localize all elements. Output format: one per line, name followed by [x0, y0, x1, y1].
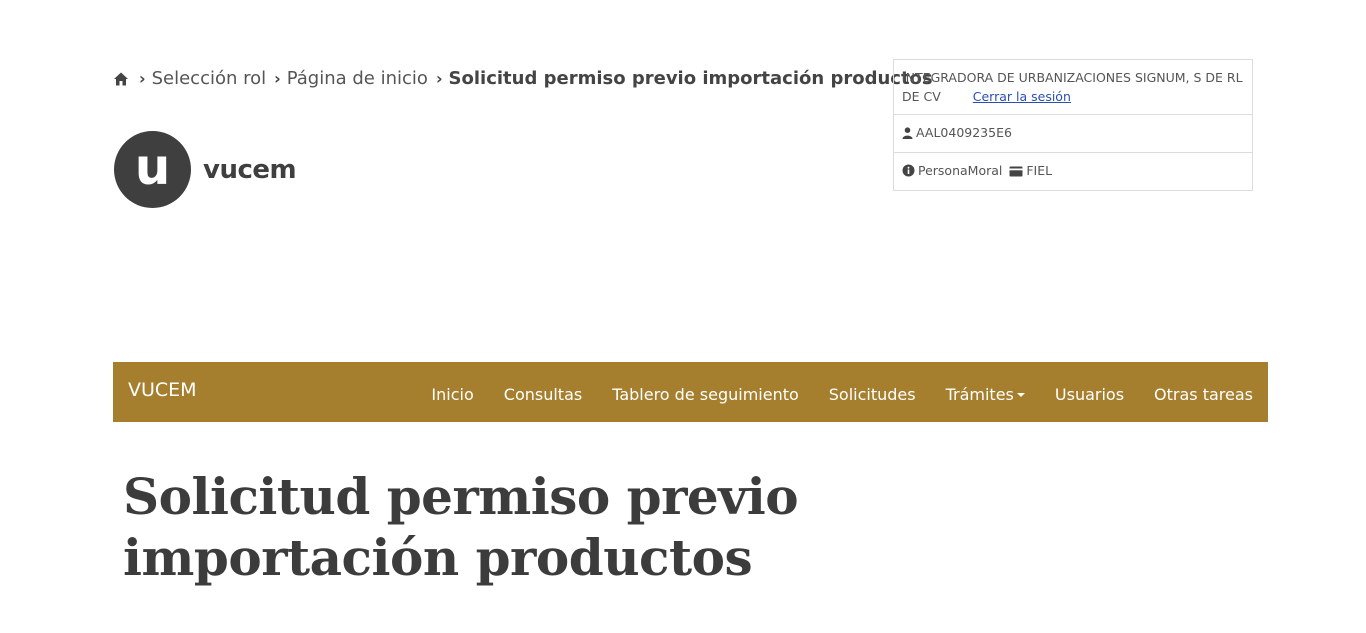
- user-id: AAL0409235E6: [916, 125, 1012, 140]
- nav-item-solicitudes[interactable]: Solicitudes: [829, 385, 916, 404]
- nav-item-tramites[interactable]: Trámites: [946, 385, 1025, 404]
- breadcrumb-item-pagina-inicio[interactable]: Página de inicio: [287, 68, 428, 89]
- auth-type: FIEL: [1026, 163, 1053, 178]
- nav-item-inicio[interactable]: Inicio: [431, 385, 473, 404]
- breadcrumb: › Selección rol › Página de inicio › Sol…: [113, 68, 939, 89]
- company-row: INTEGRADORA DE URBANIZACIONES SIGNUM, S …: [894, 60, 1252, 115]
- credit-card-icon: [1009, 163, 1023, 182]
- nav-item-usuarios[interactable]: Usuarios: [1055, 385, 1124, 404]
- caret-down-icon: [1016, 392, 1025, 397]
- logo-text: vucem: [203, 154, 297, 185]
- breadcrumb-current: Solicitud permiso previo importación pro…: [448, 68, 933, 89]
- breadcrumb-item-seleccion-rol[interactable]: Selección rol: [152, 68, 267, 89]
- nav-item-tramites-label: Trámites: [945, 384, 1014, 404]
- nav-menu: Inicio Consultas Tablero de seguimiento …: [401, 385, 1253, 404]
- nav-item-consultas[interactable]: Consultas: [504, 385, 582, 404]
- chevron-right-icon: ›: [139, 69, 146, 88]
- chevron-right-icon: ›: [274, 69, 281, 88]
- nav-item-otras-tareas[interactable]: Otras tareas: [1154, 385, 1253, 404]
- navbar-brand[interactable]: VUCEM: [128, 379, 197, 401]
- auth-row: PersonaMoral FIEL: [894, 153, 1252, 190]
- main-navbar: VUCEM Inicio Consultas Tablero de seguim…: [113, 362, 1268, 422]
- logo-mark: u: [114, 131, 191, 208]
- vucem-logo[interactable]: u vucem: [114, 131, 297, 208]
- user-icon: [902, 125, 913, 144]
- page-title: Solicitud permiso previo importación pro…: [123, 467, 799, 587]
- info-icon: [902, 163, 915, 182]
- home-icon[interactable]: [113, 71, 129, 87]
- page: › Selección rol › Página de inicio › Sol…: [0, 0, 1366, 633]
- user-panel: INTEGRADORA DE URBANIZACIONES SIGNUM, S …: [893, 59, 1253, 191]
- user-row: AAL0409235E6: [894, 115, 1252, 153]
- nav-item-tablero[interactable]: Tablero de seguimiento: [612, 385, 799, 404]
- company-name: INTEGRADORA DE URBANIZACIONES SIGNUM, S …: [902, 70, 1243, 104]
- person-type: PersonaMoral: [918, 163, 1003, 178]
- chevron-right-icon: ›: [435, 69, 443, 88]
- logout-link[interactable]: Cerrar la sesión: [973, 89, 1071, 104]
